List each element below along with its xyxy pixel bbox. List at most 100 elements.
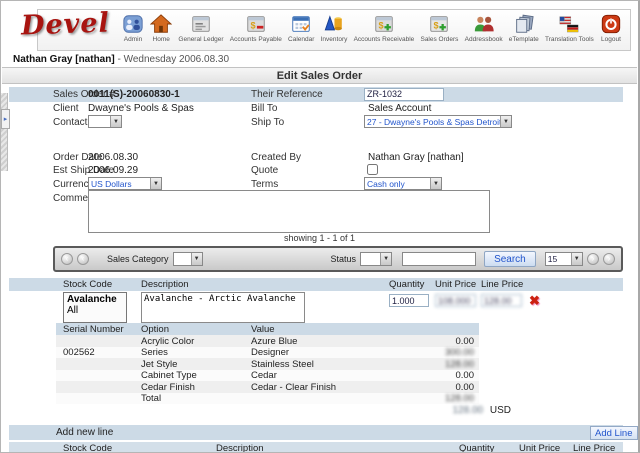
toolbar-label: Inventory — [320, 36, 348, 43]
accounts-receivable-icon: $ — [373, 13, 395, 35]
created-by-label: Created By — [251, 152, 302, 163]
contact-label: Contact — [53, 117, 88, 128]
search-input[interactable] — [402, 252, 477, 266]
main-toolbar: Admin Home General Ledger $ Accounts Pay… — [37, 9, 631, 51]
chevron-down-icon: ▼ — [430, 178, 441, 189]
toolbar-label: eTemplate — [508, 36, 539, 43]
bill-to-label: Bill To — [251, 103, 278, 114]
option-price: 300.00 — [444, 347, 474, 358]
toolbar-item-logout[interactable]: Logout — [600, 13, 622, 43]
app-window: ▸ Devel Admin Home General Ledger $ Acco… — [0, 0, 640, 453]
serial-number-value: 002562 — [63, 347, 95, 358]
toolbar-label: Accounts Payable — [229, 36, 282, 43]
created-by-value: Nathan Gray [nathan] — [368, 152, 464, 163]
currency-select[interactable]: US Dollars ▼ — [88, 177, 162, 190]
delete-line-icon[interactable]: ✖ — [529, 293, 540, 309]
etemplate-icon — [513, 13, 535, 35]
toolbar-item-sales-orders[interactable]: $ Sales Orders — [420, 13, 458, 43]
sales-category-select[interactable]: ▼ — [172, 252, 203, 266]
ship-to-label: Ship To — [251, 117, 285, 128]
add-line-button[interactable]: Add Line — [590, 426, 638, 440]
line-price-header: Line Price — [481, 279, 524, 290]
item-unit-price-input[interactable] — [435, 294, 476, 307]
serial-table-header: Serial Number Option Value — [56, 323, 479, 335]
stock-code-cell[interactable]: Avalanche All — [63, 292, 127, 323]
toolbar-item-etemplate[interactable]: eTemplate — [509, 13, 539, 43]
item-description-textarea[interactable]: Avalanche - Arctic Avalanche — [141, 292, 305, 323]
page-title: Edit Sales Order — [2, 67, 637, 84]
client-value: Dwayne's Pools & Spas — [88, 103, 194, 114]
current-user: Nathan Gray [nathan] — [13, 54, 115, 65]
sales-orders-icon: $ — [428, 13, 450, 35]
admin-icon — [122, 13, 144, 35]
contact-select[interactable]: ▼ — [88, 115, 122, 128]
description-header: Description — [141, 279, 189, 290]
user-status-line: Nathan Gray [nathan] - Wednesday 2006.08… — [13, 54, 229, 65]
serial-row: Acrylic Color Azure Blue 0.00 — [56, 335, 479, 347]
toolbar-item-accounts-payable[interactable]: $ Accounts Payable — [230, 13, 282, 43]
status-label: Status — [330, 254, 357, 264]
status-select[interactable]: ▼ — [360, 252, 393, 266]
chevron-down-icon: ▼ — [150, 178, 161, 189]
option-price: 0.00 — [455, 335, 475, 347]
toolbar-item-home[interactable]: Home — [150, 13, 173, 43]
option-price: 128.00 — [444, 358, 474, 370]
prev-page-button[interactable]: ‹ — [77, 253, 89, 265]
serial-total-row: Total 128.00 — [56, 392, 479, 404]
serial-number-header: Serial Number — [63, 323, 124, 335]
client-label: Client — [53, 103, 79, 114]
option-price: 0.00 — [455, 370, 475, 381]
option-header: Option — [141, 323, 169, 335]
toolbar-item-admin[interactable]: Admin — [122, 13, 144, 43]
stock-code-value: Avalanche — [67, 294, 117, 305]
terms-select[interactable]: Cash only ▼ — [364, 177, 442, 190]
chevron-down-icon: ▼ — [110, 116, 121, 127]
order-date-value: 2006.08.30 — [88, 152, 139, 163]
toolbar-item-addressbook[interactable]: Addressbook — [465, 13, 503, 43]
inventory-icon — [323, 13, 345, 35]
toolbar-label: Admin — [123, 36, 143, 43]
ship-to-select[interactable]: 27 - Dwayne's Pools & Spas Detroit ▼ — [364, 115, 512, 128]
general-ledger-icon — [190, 13, 212, 35]
chevron-down-icon: ▼ — [570, 253, 582, 265]
toolbar-label: Sales Orders — [420, 36, 459, 43]
bill-to-value: Sales Account — [368, 103, 432, 114]
last-page-button[interactable]: › — [603, 253, 615, 265]
svg-text:$: $ — [378, 21, 383, 31]
home-icon — [150, 13, 173, 35]
grand-total-currency: USD — [489, 405, 511, 416]
first-page-button[interactable]: ‹ — [61, 253, 73, 265]
serial-row: 002562 Series Designer 300.00 — [56, 346, 479, 358]
next-page-button[interactable]: › — [587, 253, 599, 265]
arrow-left-icon: ‹ — [65, 254, 69, 263]
page-size-select[interactable]: 15 ▼ — [544, 252, 583, 266]
their-reference-input[interactable] — [364, 87, 444, 101]
item-quantity-input[interactable] — [389, 294, 429, 307]
expand-sidebar-button[interactable]: ▸ — [1, 109, 10, 129]
stock-code-header: Stock Code — [63, 279, 113, 290]
addressbook-icon — [473, 13, 495, 35]
toolbar-item-accounts-receivable[interactable]: $ Accounts Receivable — [354, 13, 414, 43]
stock-code-sub: All — [67, 305, 79, 316]
toolbar-item-calendar[interactable]: Calendar — [288, 13, 314, 43]
comments-textarea[interactable] — [88, 190, 490, 233]
grand-total: 128.00 USD — [371, 405, 512, 416]
toolbar-item-translation-tools[interactable]: Translation Tools — [545, 13, 594, 43]
unit-price-header: Unit Price — [435, 279, 477, 290]
app-logo: Devel — [20, 7, 111, 42]
grand-total-amount: 128.00 — [452, 405, 484, 416]
options-total-price: 128.00 — [444, 393, 474, 404]
arrow-right-icon: › — [607, 254, 611, 263]
toolbar-item-general-ledger[interactable]: General Ledger — [178, 13, 224, 43]
sales-order-number: 0011(S)-20060830-1 — [88, 89, 180, 100]
option-price: 0.00 — [455, 381, 475, 393]
current-date: Wednesday 2006.08.30 — [123, 54, 230, 65]
toolbar-label: Calendar — [288, 36, 315, 43]
search-button[interactable]: Search — [484, 251, 536, 267]
item-line-price-input[interactable] — [481, 294, 522, 307]
toolbar-item-inventory[interactable]: Inventory — [320, 13, 348, 43]
value-header: Value — [251, 323, 275, 335]
terms-label: Terms — [251, 179, 279, 190]
quote-checkbox[interactable] — [367, 164, 378, 175]
their-reference-label: Their Reference — [251, 89, 323, 100]
